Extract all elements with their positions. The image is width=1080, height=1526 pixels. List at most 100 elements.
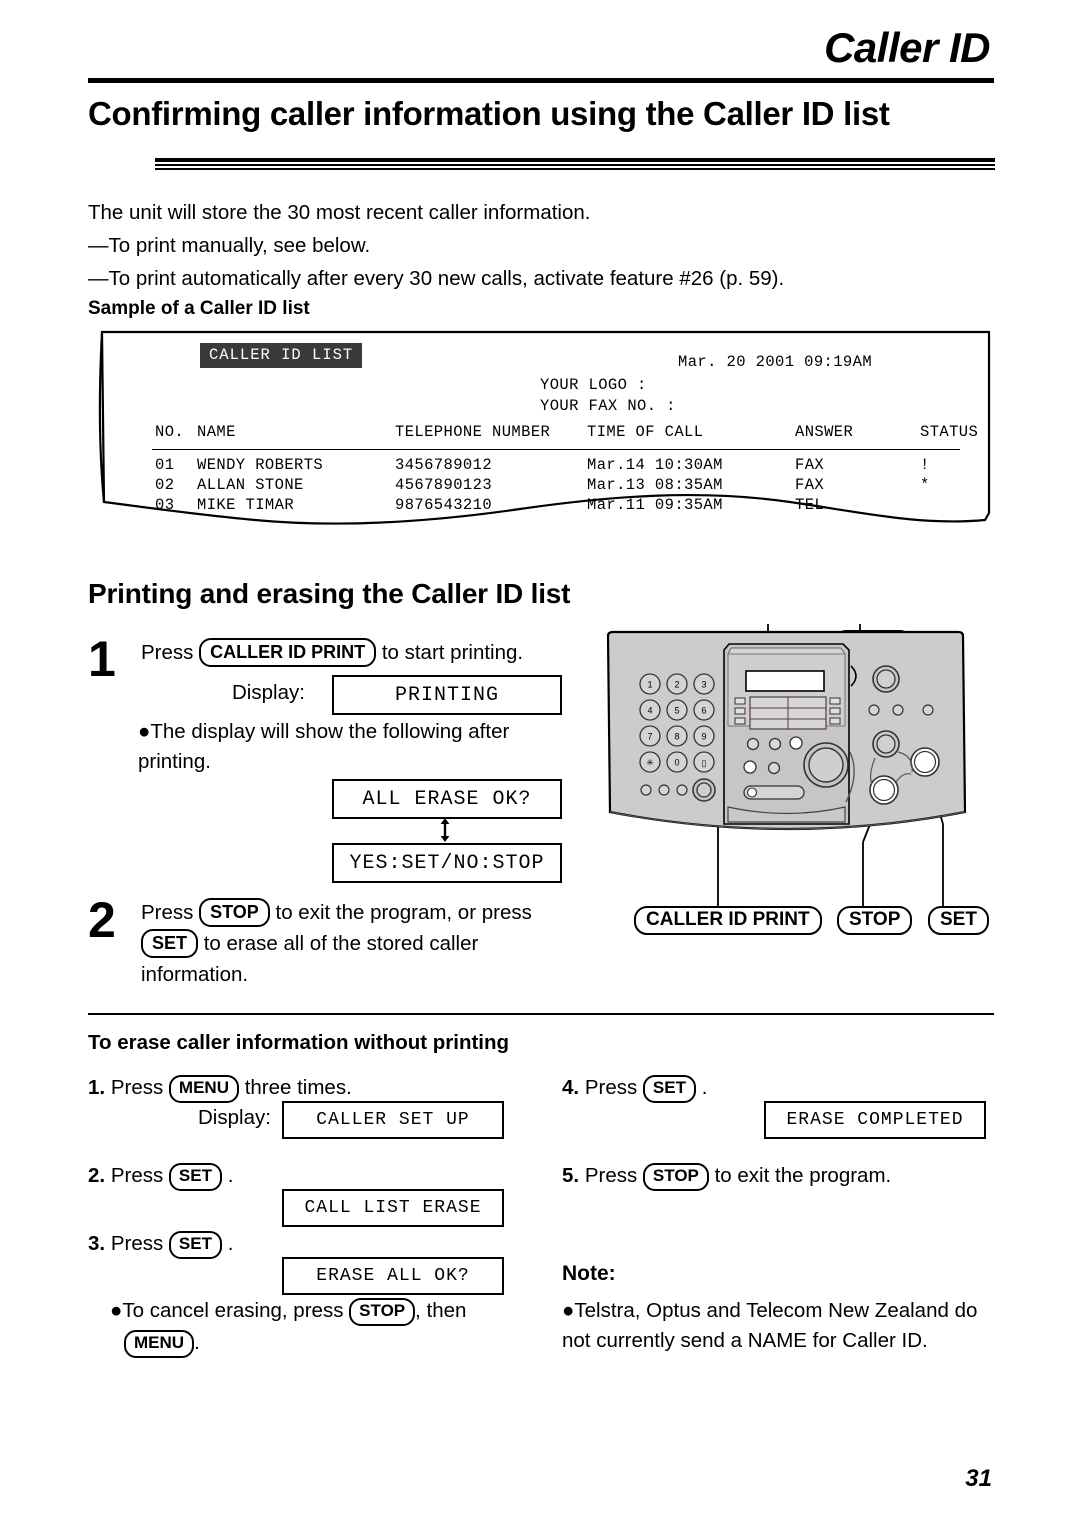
cell-tel: 4567890123 <box>395 476 493 494</box>
intro-paragraph: The unit will store the 30 most recent c… <box>88 196 968 296</box>
console-button <box>658 784 670 796</box>
step-1-text: Press CALLER ID PRINT to start printing. <box>141 638 581 669</box>
set-key[interactable]: SET <box>168 1231 222 1259</box>
section-divider <box>88 1013 994 1015</box>
erase-step-4-press: Press <box>584 1076 638 1099</box>
col-header-no: NO. <box>155 423 185 441</box>
cell-time: Mar.11 09:35AM <box>587 496 723 514</box>
display-call-list-erase: CALL LIST ERASE <box>282 1189 504 1227</box>
note-heading: Note: <box>562 1262 616 1285</box>
display-all-erase-ok: ALL ERASE OK? <box>332 779 562 819</box>
intro-line-2: —To print manually, see below. <box>88 234 371 258</box>
intro-line-1: The unit will store the 30 most recent c… <box>88 201 591 224</box>
display-printing: PRINTING <box>332 675 562 715</box>
cell-answer: FAX <box>795 476 825 494</box>
cancel-bullet-tail: . <box>194 1330 200 1354</box>
step-1-bullet: ●The display will show the following aft… <box>138 720 510 773</box>
cell-no: 02 <box>155 476 175 494</box>
cell-status: * <box>920 476 930 494</box>
display-yes-set-no-stop: YES:SET/NO:STOP <box>332 843 562 883</box>
cell-tel: 9876543210 <box>395 496 493 514</box>
col-header-name: NAME <box>197 423 236 441</box>
erase-step-2-tail: . <box>227 1164 234 1187</box>
set-key[interactable]: SET <box>642 1075 696 1103</box>
erase-step-2-press: Press <box>110 1164 164 1187</box>
printout-table-header: NO. NAME TELEPHONE NUMBER TIME OF CALL A… <box>155 423 978 447</box>
console-button <box>892 704 904 716</box>
cell-time: Mar.14 10:30AM <box>587 456 723 474</box>
erase-step-2-number: 2. <box>88 1164 106 1187</box>
console-button <box>767 761 781 775</box>
cell-name: MIKE TIMAR <box>197 496 295 514</box>
svg-text:7: 7 <box>647 732 652 742</box>
console-button <box>922 704 934 716</box>
erase-step-4: 4. Press SET . <box>562 1073 992 1104</box>
cell-time: Mar.13 08:35AM <box>587 476 723 494</box>
menu-key[interactable]: MENU <box>168 1075 239 1103</box>
col-header-tel: TELEPHONE NUMBER <box>395 423 551 441</box>
erase-step-1-press: Press <box>110 1076 164 1099</box>
step-2-press: Press <box>141 901 194 924</box>
fax-machine-drawing: 1 2 3 4 5 6 7 8 9 ✳ 0 ▯ <box>606 624 967 907</box>
step-1-tail: to start printing. <box>381 641 524 664</box>
section-heading-printing-erasing: Printing and erasing the Caller ID list <box>88 578 571 609</box>
svg-text:6: 6 <box>701 706 706 716</box>
cell-name: ALLAN STONE <box>197 476 304 494</box>
erase-step-5-number: 5. <box>562 1164 580 1187</box>
sample-printout: CALLER ID LIST Mar. 20 2001 09:19AM YOUR… <box>90 330 995 545</box>
header-rule <box>88 78 994 83</box>
step-1-display-label: Display: <box>232 681 305 704</box>
set-key[interactable]: SET <box>168 1163 222 1191</box>
console-button <box>640 784 652 796</box>
printout-title-badge: CALLER ID LIST <box>200 343 363 368</box>
set-key[interactable]: SET <box>141 928 199 959</box>
erase-step-5: 5. Press STOP to exit the program. <box>562 1161 992 1192</box>
page-number: 31 <box>965 1465 992 1492</box>
stop-key[interactable]: STOP <box>349 1298 416 1326</box>
printout-rows: 01 WENDY ROBERTS 3456789012 Mar.14 10:30… <box>155 456 975 516</box>
svg-text:9: 9 <box>701 732 706 742</box>
printout-your-logo: YOUR LOGO : <box>540 376 647 394</box>
cancel-bullet-lead: ●To cancel erasing, press <box>110 1299 344 1322</box>
caller-id-print-key[interactable]: CALLER ID PRINT <box>199 638 377 668</box>
page-title: Confirming caller information using the … <box>88 95 890 132</box>
step-1-press: Press <box>141 641 194 664</box>
erase-step-3-press: Press <box>110 1232 164 1255</box>
menu-key[interactable]: MENU <box>124 1329 195 1358</box>
table-row: 01 WENDY ROBERTS 3456789012 Mar.14 10:30… <box>155 456 975 476</box>
stop-key[interactable]: STOP <box>642 1163 709 1191</box>
note-body: ●Telstra, Optus and Telecom New Zealand … <box>562 1299 978 1352</box>
display-caller-set-up: CALLER SET UP <box>282 1101 504 1139</box>
fax-machine-illustration: 1 2 3 4 5 6 7 8 9 ✳ 0 ▯ <box>598 624 998 924</box>
svg-text:▯: ▯ <box>702 758 707 768</box>
erase-step-3-tail: . <box>227 1232 234 1255</box>
step-1-number: 1 <box>88 631 116 687</box>
title-underline-rule <box>155 158 995 171</box>
printout-datestamp: Mar. 20 2001 09:19AM <box>678 353 873 371</box>
stop-key[interactable]: STOP <box>199 898 270 928</box>
svg-text:2: 2 <box>674 680 679 690</box>
table-row: 02 ALLAN STONE 4567890123 Mar.13 08:35AM… <box>155 476 975 496</box>
svg-text:5: 5 <box>674 706 679 716</box>
svg-text:3: 3 <box>701 680 706 690</box>
step-2-text: Press STOP to exit the program, or press… <box>141 898 581 990</box>
erase-step-1-number: 1. <box>88 1076 106 1099</box>
svg-text:0: 0 <box>674 758 679 768</box>
up-down-arrow-icon <box>440 818 450 842</box>
display-erase-all-ok: ERASE ALL OK? <box>282 1257 504 1295</box>
console-button <box>676 784 688 796</box>
erase-step-3: 3. Press SET . <box>88 1229 518 1260</box>
erase-step-1: 1. Press MENU three times. <box>88 1073 518 1104</box>
lcd-display <box>745 670 825 692</box>
step-2-number: 2 <box>88 892 116 948</box>
cell-no: 01 <box>155 456 175 474</box>
cell-name: WENDY ROBERTS <box>197 456 324 474</box>
chapter-tab: Caller ID <box>824 24 990 71</box>
printout-your-fax-no: YOUR FAX NO. : <box>540 397 676 415</box>
console-button <box>768 737 782 751</box>
svg-text:✳: ✳ <box>646 758 654 768</box>
console-button <box>868 704 880 716</box>
printout-header-divider <box>152 449 960 450</box>
display-erase-completed: ERASE COMPLETED <box>764 1101 986 1139</box>
cancel-erasing-bullet: ●To cancel erasing, press STOP, then MEN… <box>110 1296 530 1358</box>
